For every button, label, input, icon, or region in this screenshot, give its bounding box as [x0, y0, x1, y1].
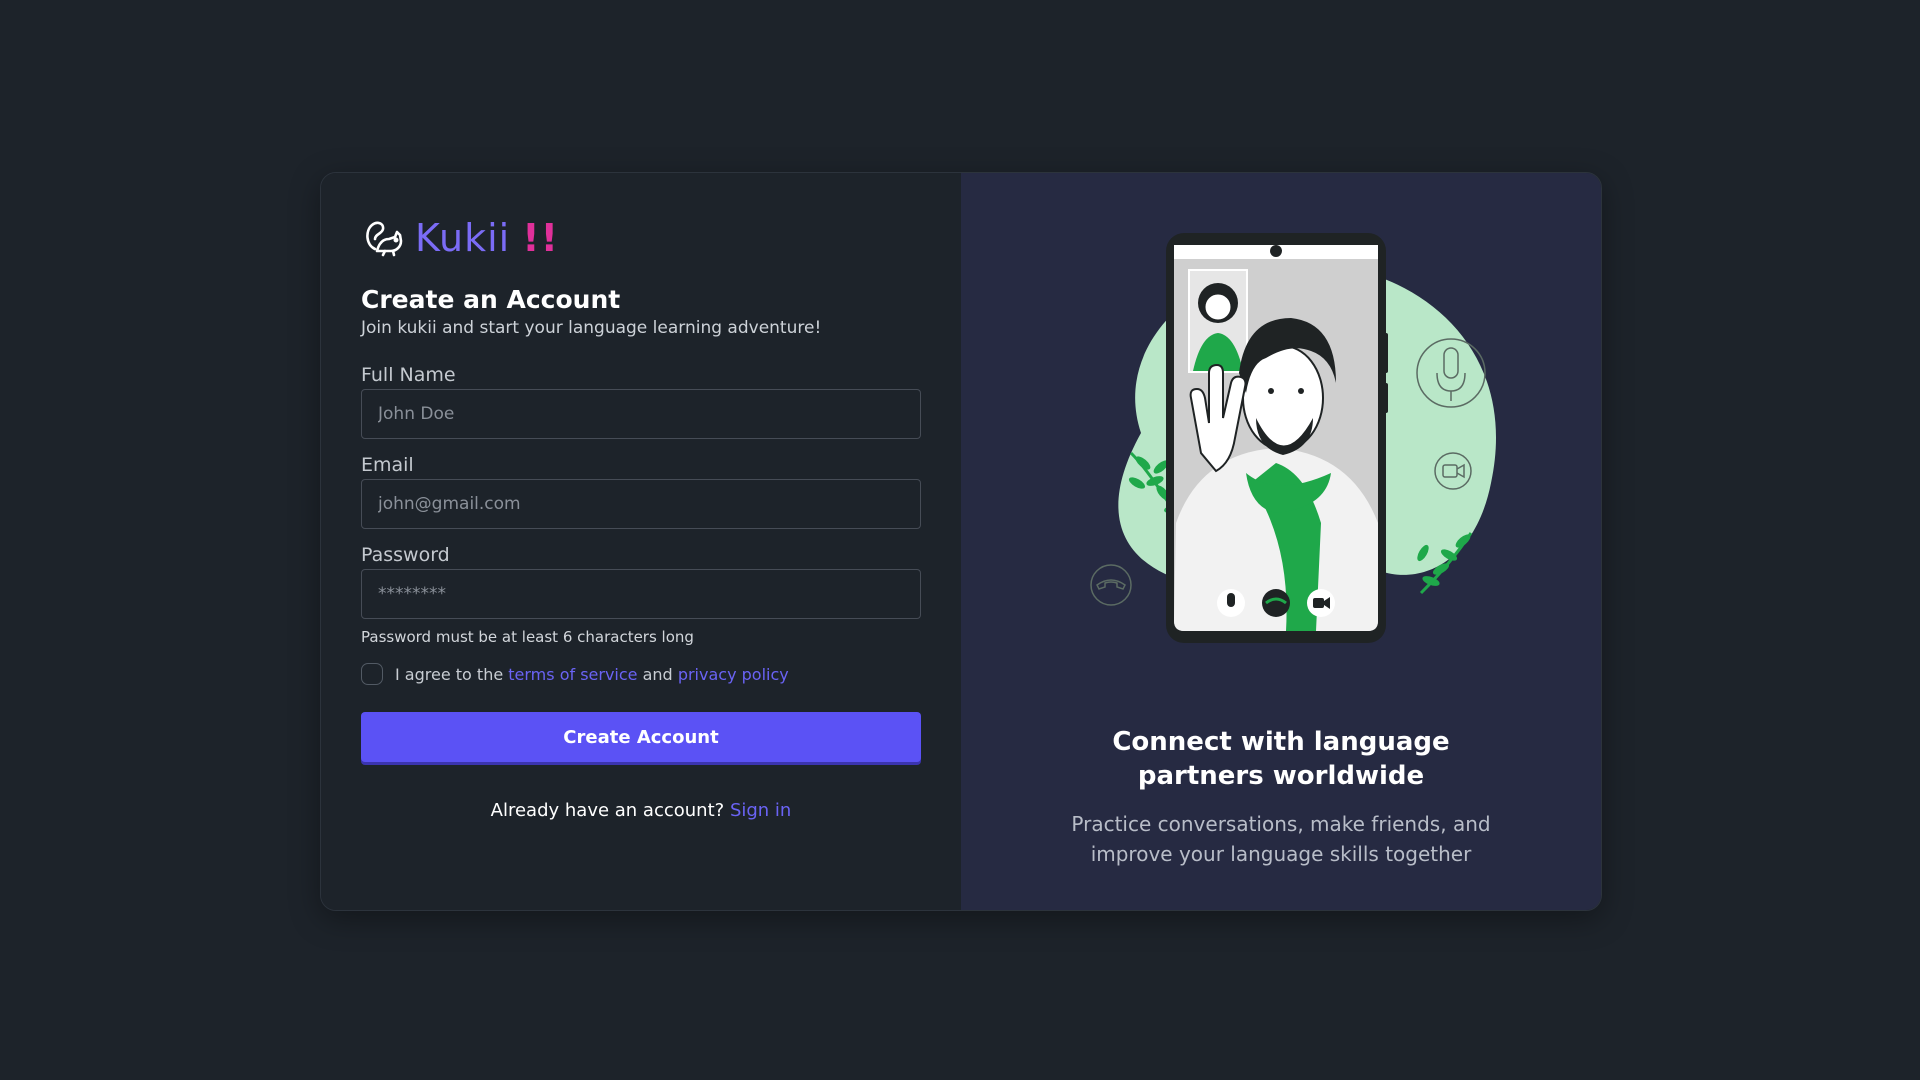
password-hint: Password must be at least 6 characters l…: [361, 628, 694, 646]
brand-logo[interactable]: Kukii !!: [361, 213, 921, 263]
full-name-label: Full Name: [361, 364, 456, 386]
squirrel-icon: [366, 221, 403, 257]
promo-title: Connect with language partners worldwide: [1112, 727, 1450, 791]
password-input[interactable]: [361, 569, 921, 619]
terms-and: and: [642, 664, 673, 684]
privacy-policy-link[interactable]: privacy policy: [678, 665, 789, 684]
email-input[interactable]: [361, 479, 921, 529]
page-subtitle: Join kukii and start your language learn…: [361, 318, 822, 338]
brand-name: Kukii: [415, 216, 511, 260]
terms-text: I agree to the terms of service and priv…: [395, 665, 789, 684]
terms-agreement: I agree to the terms of service and priv…: [361, 661, 921, 687]
password-label: Password: [361, 544, 450, 566]
promo-panel: Connect with language partners worldwide…: [961, 173, 1601, 910]
signin-prompt: Already have an account?: [490, 800, 725, 821]
promo-subtitle: Practice conversations, make friends, an…: [1071, 812, 1491, 866]
email-label: Email: [361, 454, 414, 476]
hangup-icon: [1090, 564, 1132, 606]
full-name-input[interactable]: [361, 389, 921, 439]
create-account-button[interactable]: Create Account: [361, 712, 921, 762]
page-title: Create an Account: [361, 285, 621, 314]
signup-form-panel: Kukii !! Create an Account Join kukii an…: [321, 173, 961, 910]
brand-exclamation: !!: [522, 216, 559, 260]
signin-prompt-row: Already have an account? Sign in: [361, 800, 921, 821]
terms-of-service-link[interactable]: terms of service: [508, 665, 637, 684]
sign-in-link[interactable]: Sign in: [730, 800, 791, 821]
video-call-illustration: [1090, 233, 1497, 643]
signup-card: Kukii !! Create an Account Join kukii an…: [320, 172, 1602, 911]
terms-checkbox[interactable]: [361, 663, 383, 685]
terms-prefix: I agree to the: [395, 664, 504, 684]
call-controls: [1217, 589, 1335, 617]
